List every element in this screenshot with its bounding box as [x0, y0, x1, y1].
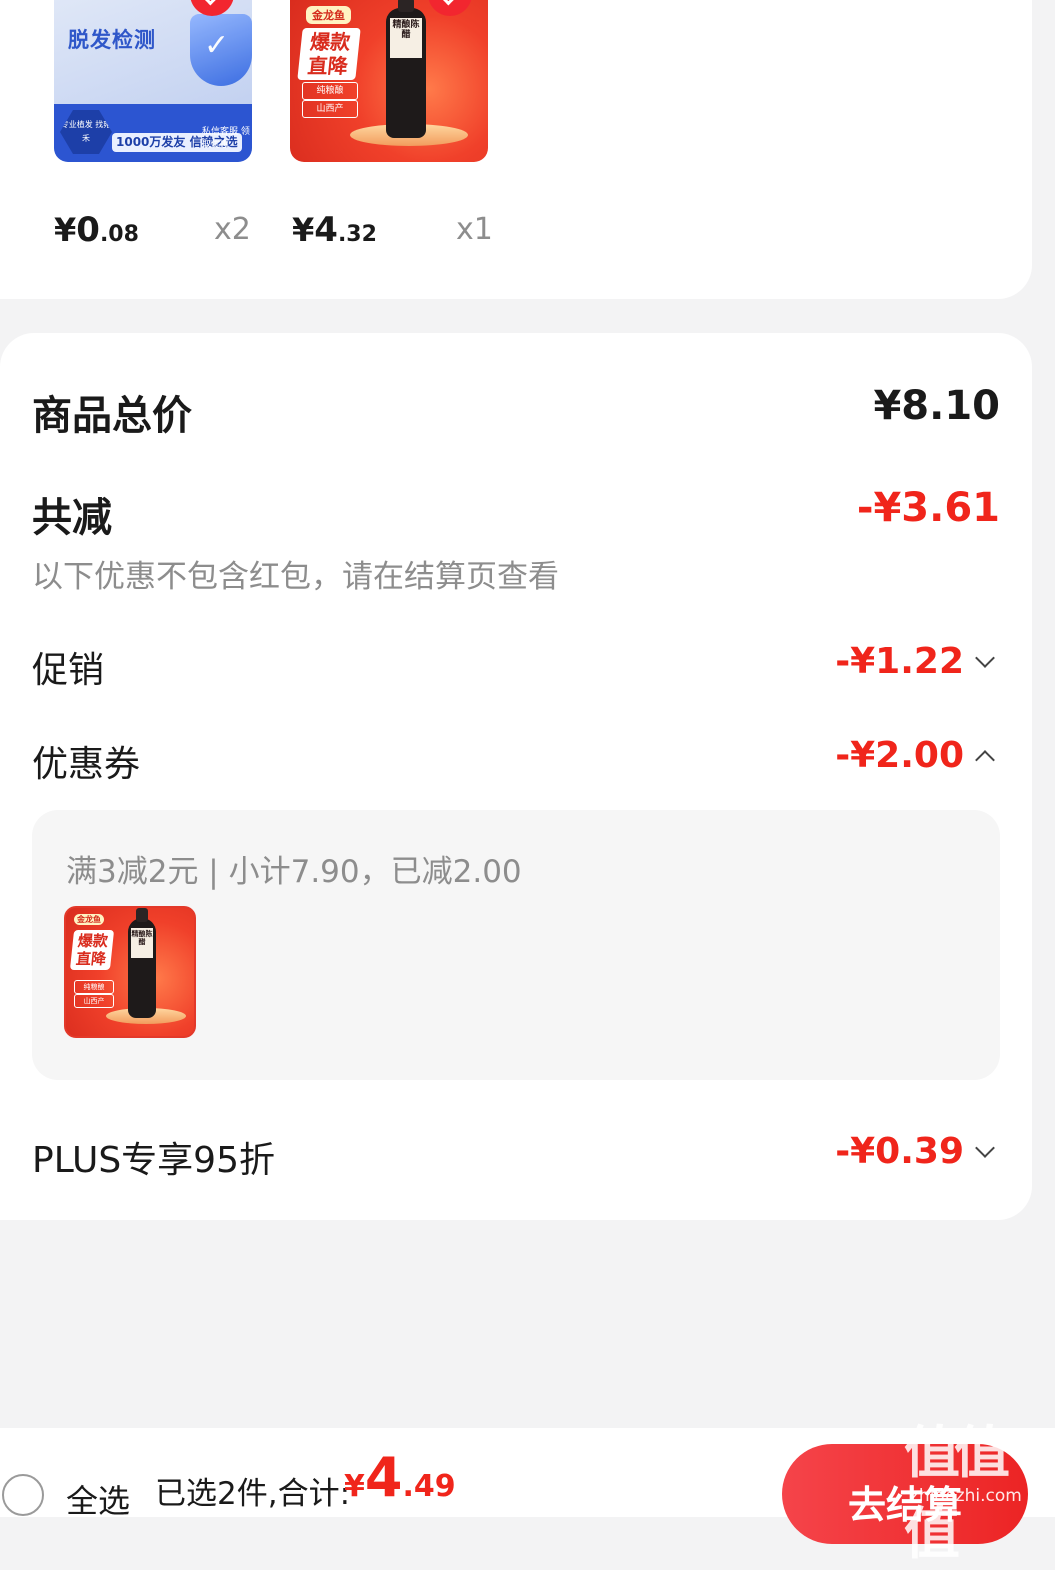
coupon-value: -¥2.00	[835, 735, 964, 776]
product-image-tag: 山西产	[74, 994, 114, 1008]
total-integer: 4	[364, 1446, 403, 1509]
price-currency: ¥	[54, 211, 77, 249]
promotion-value: -¥1.22	[835, 641, 964, 682]
product-image-hex: 专业植发 找雍禾	[60, 110, 112, 154]
coupon-label: 优惠券	[32, 744, 141, 785]
selected-count-text: 已选2件,合计:	[155, 1476, 351, 1512]
plus-discount-row-toggle[interactable]: -¥0.39	[835, 1131, 995, 1172]
selected-products-card: 脱发检测 ✓ 专业植发 找雍禾 1000万发友 信赖之选 私信客服 领取优惠 金…	[0, 0, 1032, 299]
price-summary-card: 商品总价 ¥8.10 共减 -¥3.61 以下优惠不包含红包，请在结算页查看 促…	[0, 333, 1032, 1220]
coupon-detail-panel: 满3减2元 | 小计7.90，已减2.00 金龙鱼 爆款直降 纯粮酿 山西产 精…	[32, 810, 1000, 1080]
product-image-tag: 山西产	[302, 100, 358, 118]
product-image-vinegar[interactable]: 金龙鱼 爆款直降 纯粮酿 山西产 精酿陈醋	[290, 0, 488, 162]
vinegar-bottle-image: 精酿陈醋	[386, 0, 426, 138]
promotion-row-toggle[interactable]: -¥1.22	[835, 641, 995, 682]
total-price-label: 商品总价	[32, 393, 192, 439]
product-price: ¥4.32	[292, 210, 377, 250]
plus-discount-value: -¥0.39	[835, 1131, 964, 1172]
total-reduction-label: 共减	[32, 495, 112, 541]
product-image-title: 爆款直降	[297, 28, 361, 80]
brand-logo: 金龙鱼	[74, 914, 104, 925]
coupon-detail-text: 满3减2元 | 小计7.90，已减2.00	[66, 854, 522, 890]
product-quantity: x2	[214, 212, 251, 247]
plus-discount-label: PLUS专享95折	[32, 1140, 275, 1181]
total-reduction-value: -¥3.61	[856, 485, 1000, 531]
price-integer: 0	[76, 210, 100, 250]
chevron-up-icon	[975, 750, 995, 770]
vinegar-bottle-image: 精酿陈醋	[128, 908, 156, 1018]
bottle-label: 精酿陈醋	[131, 928, 153, 958]
product-price: ¥0.08	[54, 210, 139, 250]
price-decimal: .32	[337, 222, 377, 247]
coupon-row-toggle[interactable]: -¥2.00	[835, 735, 995, 776]
product-image-title: 脱发检测	[68, 28, 156, 52]
product-image-cta: 私信客服 领取优惠	[202, 127, 250, 150]
promotion-label: 促销	[32, 650, 105, 691]
product-image-hair-test[interactable]: 脱发检测 ✓ 专业植发 找雍禾 1000万发友 信赖之选 私信客服 领取优惠	[54, 0, 252, 162]
watermark-url: zhidezhi.com	[910, 1486, 1022, 1506]
total-decimal: .49	[402, 1469, 456, 1504]
bottle-cap	[136, 908, 148, 922]
price-currency: ¥	[292, 211, 315, 249]
product-image-band: 专业植发 找雍禾 1000万发友 信赖之选 私信客服 领取优惠	[54, 104, 252, 162]
shield-icon: ✓	[190, 14, 252, 86]
cart-total: ¥4.49	[344, 1446, 456, 1509]
product-quantity: x1	[456, 212, 493, 247]
product-image-tag: 纯粮酿	[302, 82, 358, 100]
chevron-down-icon	[975, 648, 995, 668]
bottle-label: 精酿陈醋	[390, 18, 422, 58]
select-all-label[interactable]: 全选	[66, 1476, 130, 1522]
price-integer: 4	[314, 210, 338, 250]
brand-logo: 金龙鱼	[306, 6, 351, 24]
select-all-checkbox[interactable]	[2, 1474, 44, 1516]
total-currency: ¥	[344, 1469, 365, 1504]
checkout-bar: 全选 已选2件,合计: ¥4.49 去结算	[0, 1428, 1055, 1544]
discount-note: 以下优惠不包含红包，请在结算页查看	[32, 559, 559, 595]
product-image-title: 爆款直降	[69, 930, 115, 970]
product-image-tag: 纯粮酿	[74, 980, 114, 994]
bottle-cap	[398, 0, 414, 12]
total-price-value: ¥8.10	[873, 383, 1000, 429]
chevron-down-icon	[975, 1138, 995, 1158]
coupon-product-thumbnail[interactable]: 金龙鱼 爆款直降 纯粮酿 山西产 精酿陈醋	[64, 906, 196, 1038]
price-decimal: .08	[99, 222, 139, 247]
watermark-logo: 值值值 zhidezhi.com	[904, 1408, 1050, 1567]
